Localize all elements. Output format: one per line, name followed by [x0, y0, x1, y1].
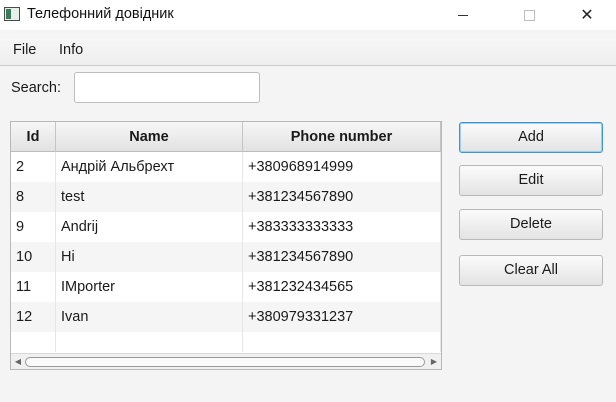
- empty-row: [11, 332, 441, 352]
- cell-id: 11: [11, 272, 56, 302]
- cell-phone: +381232434565: [243, 272, 441, 302]
- minimize-icon: [458, 14, 468, 16]
- edit-button[interactable]: Edit: [459, 165, 603, 196]
- close-button[interactable]: ✕: [564, 0, 610, 30]
- close-icon: ✕: [580, 7, 594, 24]
- cell-phone: +380968914999: [243, 152, 441, 182]
- cell-phone: +380979331237: [243, 302, 441, 332]
- horizontal-scrollbar[interactable]: ◀ ▶: [11, 353, 441, 369]
- table-row[interactable]: 2 Андрій Альбрехт +380968914999: [11, 152, 441, 182]
- add-button[interactable]: Add: [459, 122, 603, 153]
- empty-cell: [56, 332, 243, 352]
- menu-bar: File Info: [0, 34, 616, 66]
- table-header: Id Name Phone number: [11, 122, 441, 152]
- empty-cell: [11, 332, 56, 352]
- app-icon: [4, 7, 20, 21]
- cell-name: Hi: [56, 242, 243, 272]
- column-header-name[interactable]: Name: [56, 122, 243, 152]
- scroll-right-icon[interactable]: ▶: [429, 357, 439, 367]
- cell-id: 9: [11, 212, 56, 242]
- cell-name: test: [56, 182, 243, 212]
- maximize-icon: [523, 9, 535, 21]
- maximize-button[interactable]: [506, 0, 552, 30]
- cell-name: Andrij: [56, 212, 243, 242]
- cell-name: Андрій Альбрехт: [56, 152, 243, 182]
- minimize-button[interactable]: [440, 0, 486, 30]
- scroll-left-icon[interactable]: ◀: [13, 357, 23, 367]
- empty-cell: [243, 332, 441, 352]
- cell-id: 10: [11, 242, 56, 272]
- table-row[interactable]: 12 Ivan +380979331237: [11, 302, 441, 332]
- table-row[interactable]: 11 IMporter +381232434565: [11, 272, 441, 302]
- contacts-table: Id Name Phone number 2 Андрій Альбрехт +…: [10, 121, 442, 370]
- cell-phone: +381234567890: [243, 182, 441, 212]
- clear-all-button[interactable]: Clear All: [459, 255, 603, 286]
- search-input[interactable]: [74, 72, 260, 103]
- delete-button[interactable]: Delete: [459, 209, 603, 240]
- cell-id: 2: [11, 152, 56, 182]
- table-body: 2 Андрій Альбрехт +380968914999 8 test +…: [11, 152, 441, 332]
- column-header-phone[interactable]: Phone number: [243, 122, 441, 152]
- cell-name: Ivan: [56, 302, 243, 332]
- menu-info[interactable]: Info: [59, 42, 83, 58]
- cell-phone: +383333333333: [243, 212, 441, 242]
- search-label: Search:: [11, 80, 61, 96]
- column-header-id[interactable]: Id: [11, 122, 56, 152]
- cell-phone: +381234567890: [243, 242, 441, 272]
- table-row[interactable]: 10 Hi +381234567890: [11, 242, 441, 272]
- cell-name: IMporter: [56, 272, 243, 302]
- scroll-thumb[interactable]: [25, 357, 425, 367]
- cell-id: 12: [11, 302, 56, 332]
- table-row[interactable]: 9 Andrij +383333333333: [11, 212, 441, 242]
- table-row[interactable]: 8 test +381234567890: [11, 182, 441, 212]
- title-bar: Телефонний довідник ✕: [0, 0, 616, 30]
- window-title: Телефонний довідник: [27, 6, 174, 22]
- menu-file[interactable]: File: [13, 42, 36, 58]
- cell-id: 8: [11, 182, 56, 212]
